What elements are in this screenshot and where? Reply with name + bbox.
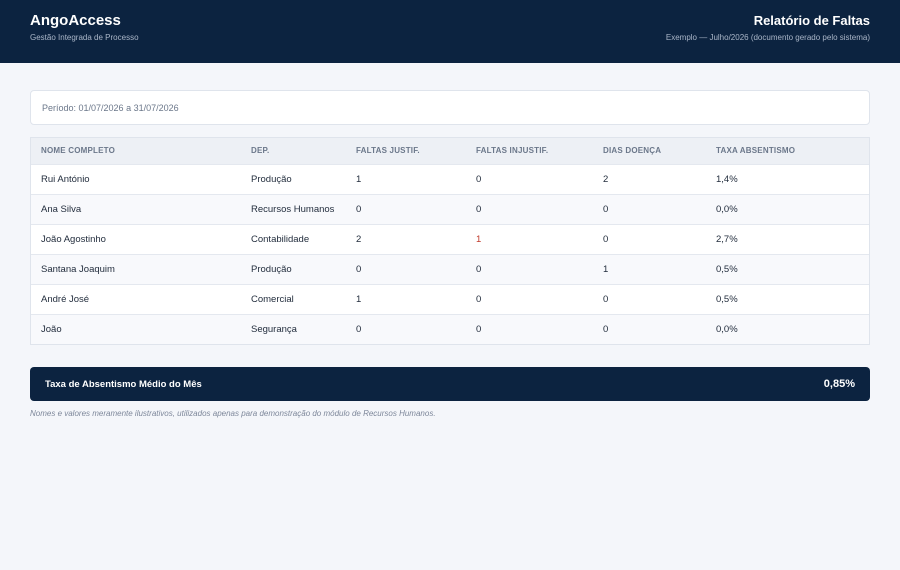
cell-unjustified-alert: 1 xyxy=(466,223,593,254)
cell-sick-days: 2 xyxy=(593,163,706,194)
cell-department: Recursos Humanos xyxy=(241,193,346,224)
cell-justified: 0 xyxy=(346,253,466,284)
cell-absence-rate: 0,5% xyxy=(706,283,869,314)
cell-name: Rui António xyxy=(31,163,241,194)
brand-name: AngoAccess xyxy=(30,12,121,29)
cell-name: André José xyxy=(31,283,241,314)
cell-department: Segurança xyxy=(241,313,346,344)
average-absence-summary: Taxa de Absentismo Médio do Mês 0,85% xyxy=(30,367,870,401)
cell-name: Ana Silva xyxy=(31,193,241,224)
column-header-name: NOME COMPLETO xyxy=(31,138,241,164)
cell-sick-days: 0 xyxy=(593,283,706,314)
report-title-block: Relatório de Faltas Exemplo — Julho/2026… xyxy=(666,0,870,63)
cell-unjustified: 0 xyxy=(466,253,593,284)
column-header-justified: FALTAS JUSTIF. xyxy=(346,138,466,164)
cell-justified: 0 xyxy=(346,313,466,344)
column-header-sick-days: DIAS DOENÇA xyxy=(593,138,706,164)
report-content: Período: 01/07/2026 a 31/07/2026 NOME CO… xyxy=(0,63,900,418)
cell-unjustified: 0 xyxy=(466,283,593,314)
cell-name: João Agostinho xyxy=(31,223,241,254)
cell-department: Produção xyxy=(241,253,346,284)
cell-justified: 0 xyxy=(346,193,466,224)
table-row: João Agostinho Contabilidade 2 1 0 2,7% xyxy=(31,223,869,254)
cell-justified: 1 xyxy=(346,163,466,194)
cell-department: Produção xyxy=(241,163,346,194)
report-title: Relatório de Faltas xyxy=(753,13,870,28)
cell-absence-rate: 1,4% xyxy=(706,163,869,194)
cell-absence-rate: 2,7% xyxy=(706,223,869,254)
cell-name: Santana Joaquim xyxy=(31,253,241,284)
cell-unjustified: 0 xyxy=(466,163,593,194)
cell-sick-days: 0 xyxy=(593,313,706,344)
table-row: Ana Silva Recursos Humanos 0 0 0 0,0% xyxy=(31,193,869,224)
table-row: João Segurança 0 0 0 0,0% xyxy=(31,313,869,344)
brand-block: AngoAccess Gestão Integrada de Processo xyxy=(30,0,139,63)
cell-sick-days: 1 xyxy=(593,253,706,284)
cell-sick-days: 0 xyxy=(593,193,706,224)
cell-justified: 2 xyxy=(346,223,466,254)
cell-unjustified: 0 xyxy=(466,193,593,224)
cell-absence-rate: 0,0% xyxy=(706,193,869,224)
cell-justified: 1 xyxy=(346,283,466,314)
table-row: André José Comercial 1 0 0 0,5% xyxy=(31,283,869,314)
brand-subtitle: Gestão Integrada de Processo xyxy=(30,33,139,42)
cell-department: Contabilidade xyxy=(241,223,346,254)
cell-unjustified: 0 xyxy=(466,313,593,344)
summary-label: Taxa de Absentismo Médio do Mês xyxy=(45,378,202,390)
column-header-absence-rate: TAXA ABSENTISMO xyxy=(706,138,869,164)
table-header-row: NOME COMPLETO DEP. FALTAS JUSTIF. FALTAS… xyxy=(31,138,869,164)
cell-absence-rate: 0,0% xyxy=(706,313,869,344)
cell-absence-rate: 0,5% xyxy=(706,253,869,284)
cell-sick-days: 0 xyxy=(593,223,706,254)
report-header: AngoAccess Gestão Integrada de Processo … xyxy=(0,0,900,63)
absence-table: NOME COMPLETO DEP. FALTAS JUSTIF. FALTAS… xyxy=(31,138,869,344)
column-header-unjustified: FALTAS INJUSTIF. xyxy=(466,138,593,164)
table-row: Rui António Produção 1 0 2 1,4% xyxy=(31,163,869,194)
disclaimer-note: Nomes e valores meramente ilustrativos, … xyxy=(30,409,436,418)
absence-table-wrapper: NOME COMPLETO DEP. FALTAS JUSTIF. FALTAS… xyxy=(30,137,870,345)
cell-department: Comercial xyxy=(241,283,346,314)
report-subtitle: Exemplo — Julho/2026 (documento gerado p… xyxy=(665,33,870,42)
column-header-department: DEP. xyxy=(241,138,346,164)
summary-value: 0,85% xyxy=(823,378,855,390)
table-row: Santana Joaquim Produção 0 0 1 0,5% xyxy=(31,253,869,284)
period-box: Período: 01/07/2026 a 31/07/2026 xyxy=(30,90,870,125)
cell-name: João xyxy=(31,313,241,344)
